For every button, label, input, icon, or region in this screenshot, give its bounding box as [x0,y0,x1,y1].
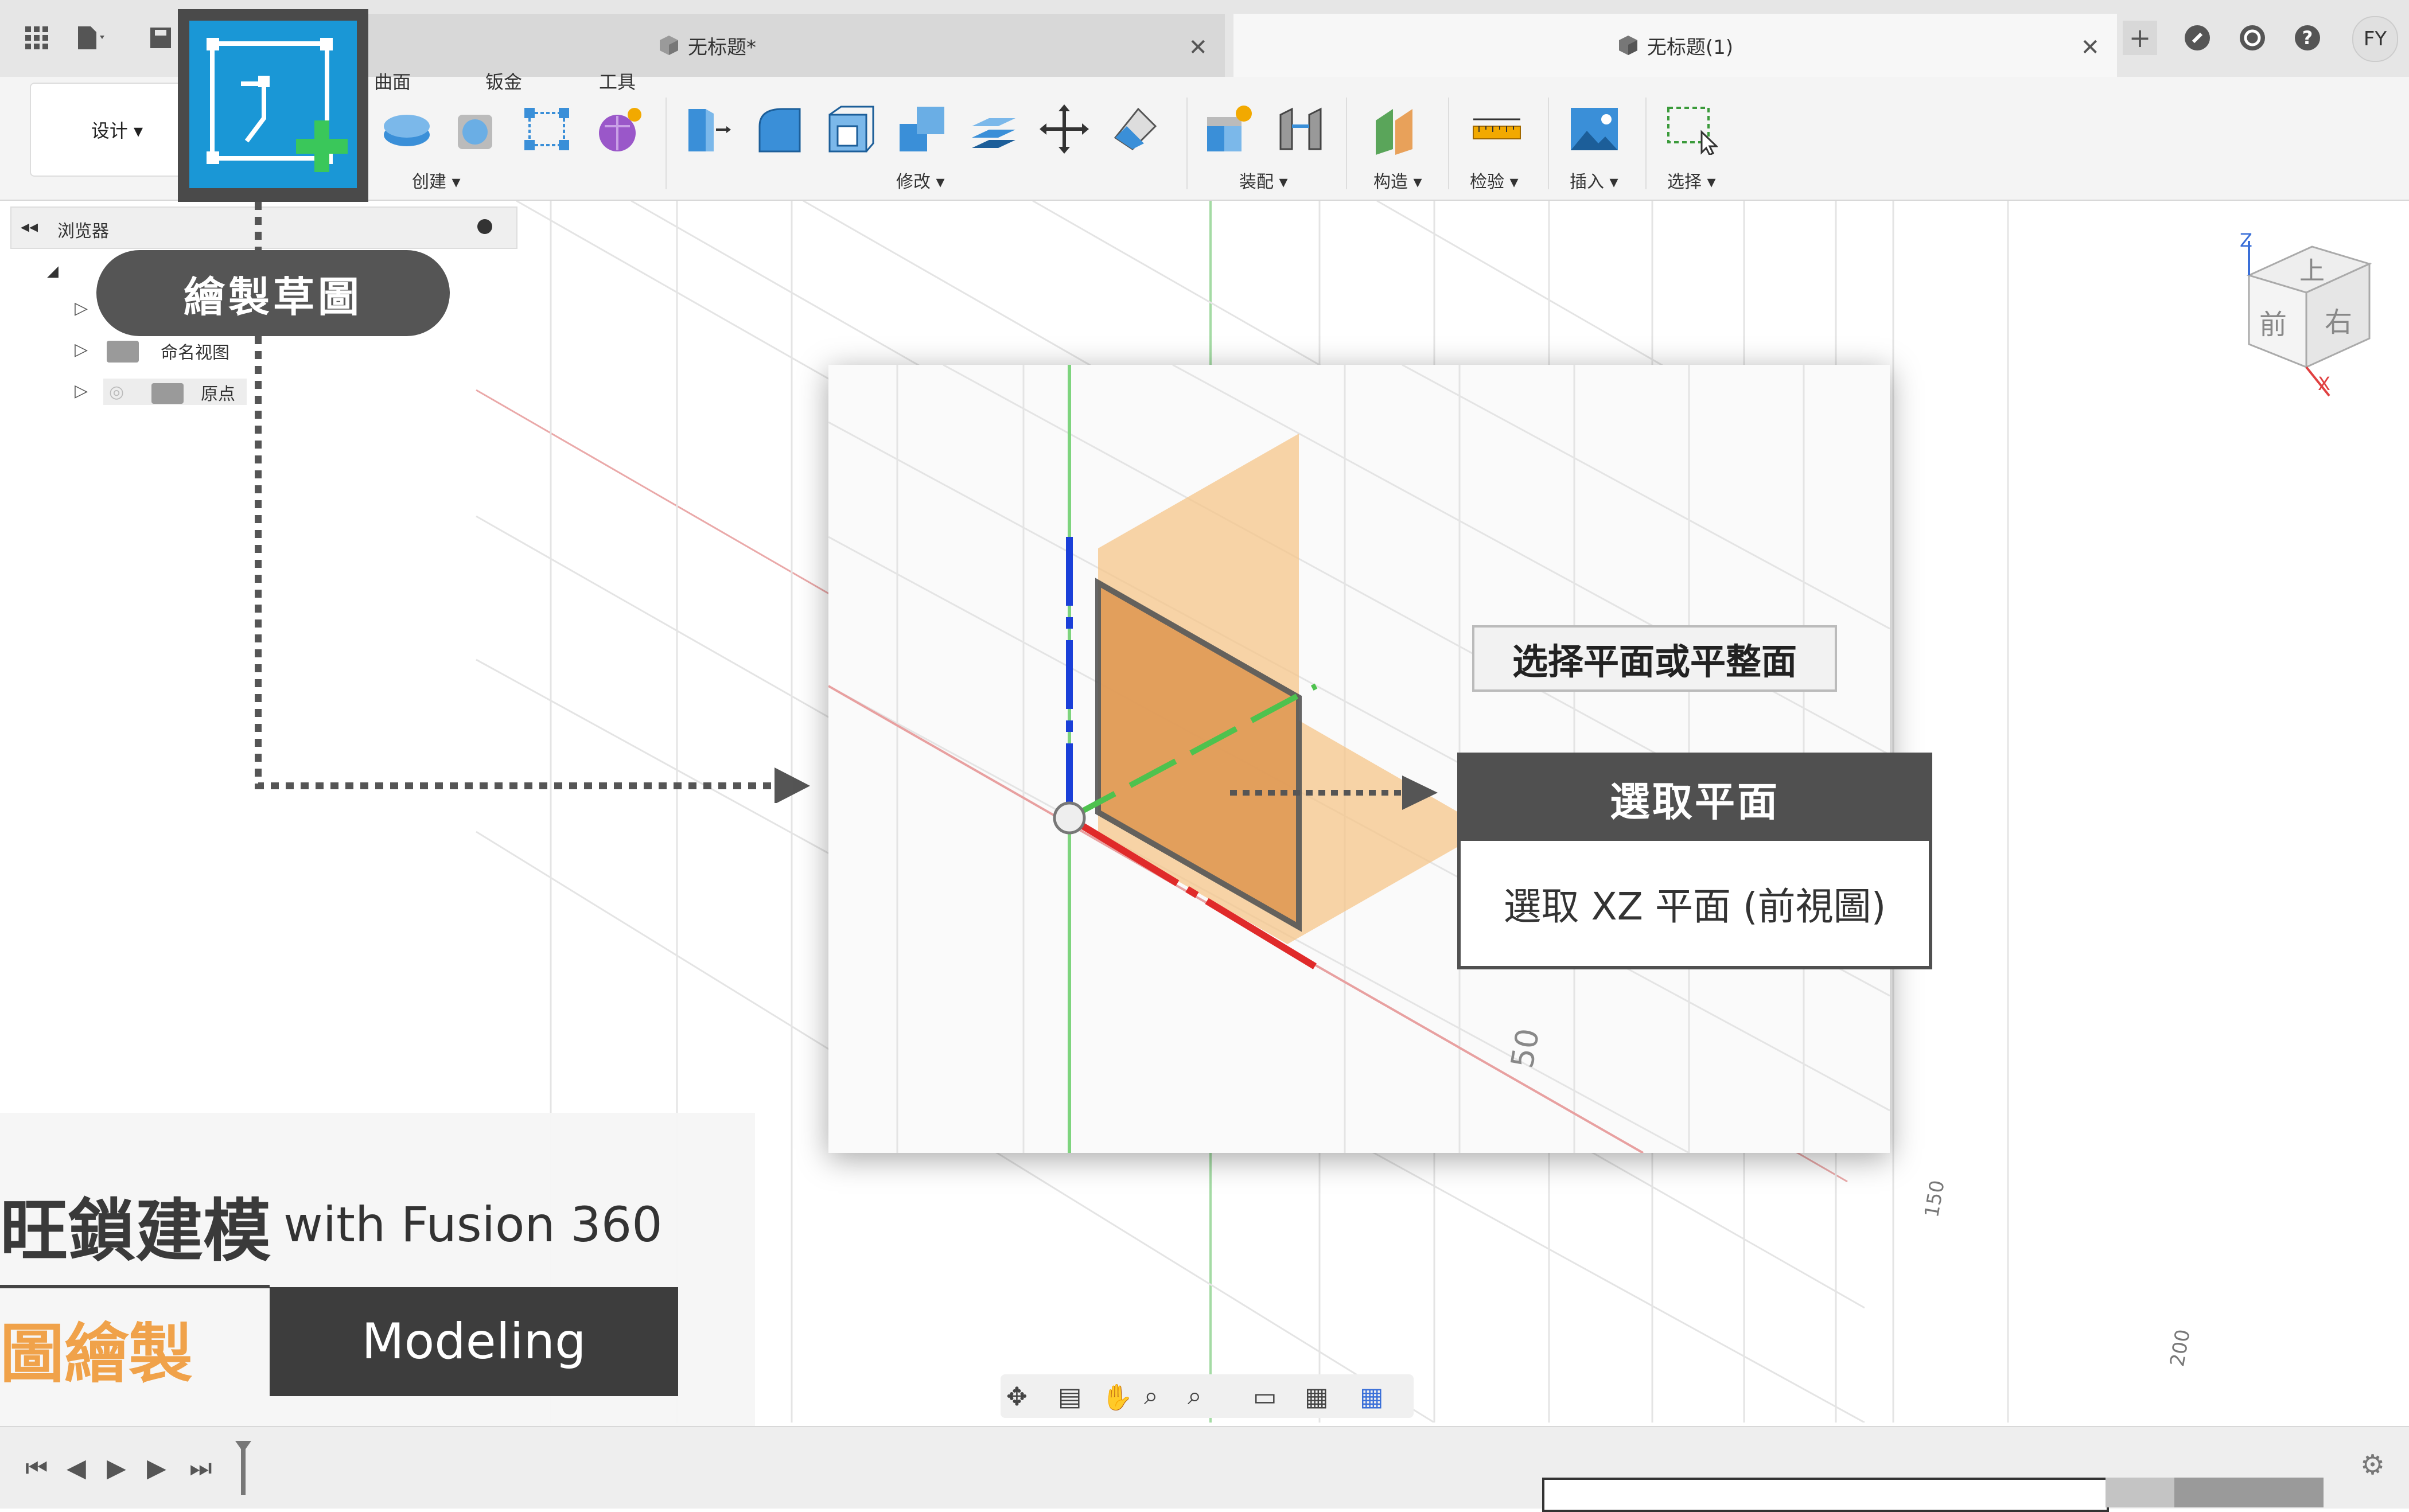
appearance-icon[interactable] [1110,103,1161,155]
document-cube-icon [660,36,678,55]
tab-untitled-1[interactable]: 无标题(1) ✕ [1233,14,2117,77]
banner-divider [0,1285,270,1288]
offset-plane-icon[interactable] [1372,103,1424,155]
tab-sheet-metal[interactable]: 钣金 [485,68,522,94]
fillet-icon[interactable] [754,103,805,155]
status-input-box[interactable] [1542,1478,2109,1512]
save-icon[interactable] [143,21,178,55]
play-icon[interactable]: ▶ [107,1453,126,1483]
select-group-dropdown[interactable]: 选择 ▾ [1667,167,1716,193]
tab-tools[interactable]: 工具 [599,68,636,94]
expand-origin-icon[interactable]: ▷ [75,340,88,360]
go-to-start-icon[interactable]: ⏮ [25,1453,48,1483]
group-divider [1448,98,1449,189]
create-sketch-icon[interactable] [189,21,357,188]
viewports-icon[interactable]: ▦ [1360,1382,1384,1412]
pan-icon[interactable]: ✋ [1102,1382,1133,1412]
axis-x-label: X [2318,373,2330,395]
select-icon[interactable] [1666,103,1719,157]
extensions-icon[interactable] [2180,21,2215,55]
create-group-dropdown[interactable]: 创建 ▾ [412,167,461,193]
grid-label-50: 50 [1504,1026,1547,1071]
zoom-icon[interactable]: ⌕ [1144,1381,1158,1410]
sketch-callout-label: 繪製草圖 [96,250,450,336]
press-pull-icon[interactable] [683,103,734,155]
help-icon[interactable]: ? [2290,21,2325,55]
move-copy-icon[interactable] [1038,103,1090,155]
pattern-icon[interactable] [522,103,574,155]
modify-group-dropdown[interactable]: 修改 ▾ [896,167,945,193]
section-label: Modeling [270,1287,678,1396]
step-description: 選取 XZ 平面 (前視圖) [1503,884,1886,929]
close-tab-icon[interactable]: ✕ [1188,34,1208,61]
tab-label: 无标题(1) [1647,36,1734,59]
close-tab-icon[interactable]: ✕ [2080,34,2100,61]
browser-item-origin[interactable]: 原点 [201,380,235,405]
folder-icon [107,341,139,363]
revolve-icon[interactable] [452,103,504,155]
tab-surface[interactable]: 曲面 [374,68,411,94]
visibility-hidden-icon[interactable]: ◎ [109,382,124,402]
viewcube-front-label[interactable]: 前 [2259,302,2287,342]
extrude-icon[interactable] [381,103,433,155]
user-avatar[interactable]: FY [2352,16,2398,62]
joint-icon[interactable] [1275,103,1326,155]
viewcube-right-label[interactable]: 右 [2325,299,2352,340]
group-divider [1645,98,1647,189]
browser-title: 浏览器 [57,221,109,241]
insert-image-icon[interactable] [1569,103,1620,155]
group-divider [1186,98,1188,189]
chapter-title: 圖繪製 [0,1317,193,1392]
tab-label: 无标题* [688,36,756,59]
svg-text:?: ? [2302,27,2313,49]
step-title: 選取平面 [1461,756,1929,841]
folder-icon [151,383,184,404]
status-segment [2174,1478,2324,1507]
assemble-group-dropdown[interactable]: 装配 ▾ [1239,167,1288,193]
combine-icon[interactable] [896,103,948,155]
expand-item-icon[interactable]: ▷ [75,381,88,401]
view-cube[interactable]: 上 前 右 Z X [2226,229,2398,402]
shell-icon[interactable] [825,103,877,155]
status-segment [2106,1478,2174,1507]
expand-root-icon[interactable]: ◢ [47,263,59,280]
select-plane-tooltip: 选择平面或平整面 [1472,625,1837,692]
group-divider [1346,98,1347,189]
measure-icon[interactable] [1471,103,1523,155]
new-component-icon[interactable] [1204,103,1255,155]
go-to-end-icon[interactable]: ⏭ [189,1453,212,1483]
expand-named-views-icon[interactable]: ▷ [75,298,88,318]
look-at-icon[interactable]: ▤ [1058,1382,1082,1412]
new-tab-icon[interactable]: + [2123,21,2157,55]
insert-group-dropdown[interactable]: 插入 ▾ [1570,167,1618,193]
offset-face-icon[interactable] [967,103,1019,155]
job-status-icon[interactable] [2235,21,2270,55]
step-instruction-box: 選取平面 選取 XZ 平面 (前視圖) [1457,753,1932,969]
group-divider [666,98,667,189]
form-icon[interactable] [593,103,645,155]
step-back-icon[interactable]: ◀ [67,1453,86,1483]
fit-icon[interactable]: ⌕ [1188,1381,1202,1410]
display-settings-icon[interactable]: ▭ [1253,1382,1277,1412]
navigation-toolbar: ✥ ▤ ✋ ⌕ ⌕ ▭ ▦ ▦ [1001,1374,1414,1418]
document-cube-icon [1618,36,1637,55]
grid-settings-icon[interactable]: ▦ [1305,1382,1329,1412]
step-forward-icon[interactable]: ▶ [147,1453,166,1483]
timeline-settings-icon[interactable]: ⚙ [2360,1449,2385,1481]
group-divider [1548,98,1549,189]
orbit-icon[interactable]: ✥ [1006,1382,1028,1412]
axis-z-label: Z [2240,229,2252,251]
course-subtitle: with Fusion 360 [283,1197,663,1253]
collapse-browser-icon[interactable]: ◂◂ [21,217,38,237]
browser-item-named-views[interactable]: 命名视图 [161,338,229,364]
course-title: 旺鎖建模 [0,1191,271,1271]
app-grid-icon[interactable] [20,21,54,55]
construct-group-dropdown[interactable]: 构造 ▾ [1373,167,1422,193]
viewcube-top-label[interactable]: 上 [2299,250,2325,287]
file-menu-icon[interactable] [75,21,109,55]
inspect-group-dropdown[interactable]: 检验 ▾ [1470,167,1519,193]
